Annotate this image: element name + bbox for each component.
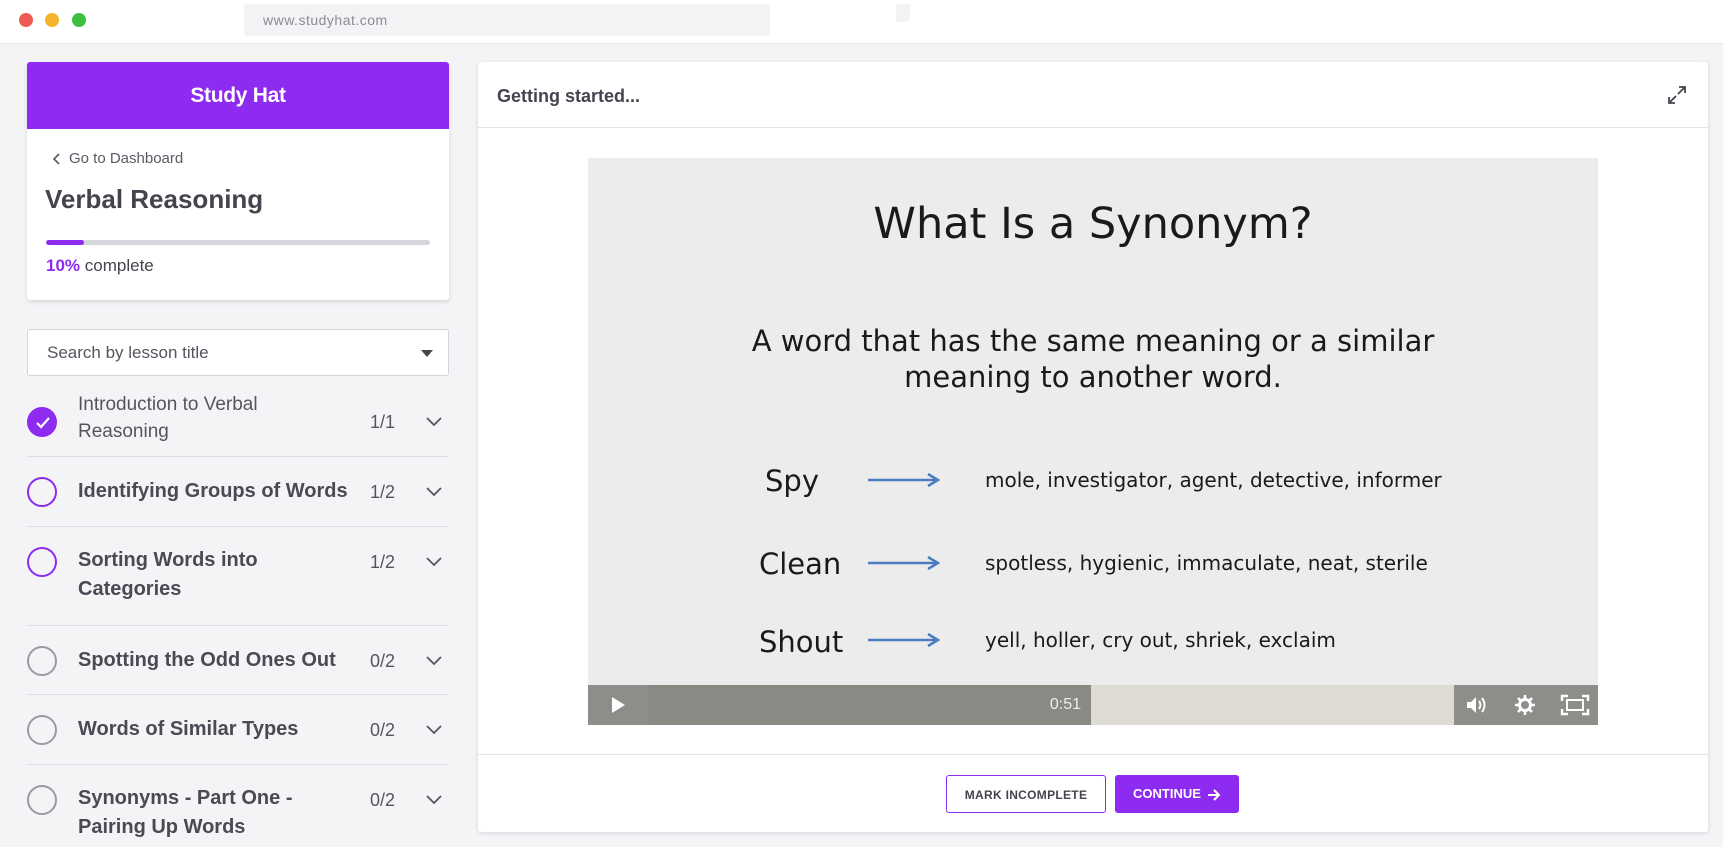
video-progress-bar[interactable]: 0:51	[648, 685, 1091, 725]
lesson-item[interactable]: Identifying Groups of Words 1/2	[27, 457, 449, 527]
continue-button[interactable]: CONTINUE	[1115, 775, 1239, 813]
lesson-header: Getting started...	[478, 62, 1708, 128]
arrow-right-icon	[868, 473, 940, 487]
video-controls: 0:51	[588, 685, 1598, 725]
example-word: Spy	[765, 464, 819, 498]
lesson-count: 0/2	[370, 651, 396, 671]
in-progress-circle-icon	[27, 547, 57, 577]
course-progress-fill	[46, 240, 85, 245]
lesson-item[interactable]: Words of Similar Types 0/2	[27, 695, 449, 765]
window-minimize-button[interactable]	[45, 13, 59, 27]
example-synonyms: spotless, hygienic, immaculate, neat, st…	[985, 551, 1428, 575]
fullscreen-icon[interactable]	[1560, 694, 1590, 716]
arrow-right-icon	[868, 633, 940, 647]
chevron-down-icon[interactable]	[425, 556, 443, 568]
chevron-down-icon[interactable]	[425, 724, 443, 736]
caret-down-icon	[421, 350, 433, 357]
mark-incomplete-button[interactable]: MARK INCOMPLETE	[946, 775, 1106, 813]
completed-check-icon	[27, 407, 57, 437]
lesson-heading: Getting started...	[497, 86, 641, 106]
chevron-down-icon[interactable]	[425, 794, 443, 806]
not-started-circle-icon	[27, 785, 57, 815]
not-started-circle-icon	[27, 646, 57, 676]
window-close-button[interactable]	[19, 13, 33, 27]
course-progress-bar	[46, 240, 430, 245]
lesson-count: 1/2	[370, 482, 396, 502]
progress-suffix: complete	[84, 256, 154, 275]
chevron-down-icon[interactable]	[425, 486, 443, 498]
go-to-dashboard-label: Go to Dashboard	[69, 150, 184, 167]
slide-title: What Is a Synonym?	[873, 199, 1313, 249]
in-progress-circle-icon	[27, 477, 57, 507]
slide-definition: A word that has the same meaning or a si…	[751, 324, 1435, 394]
lesson-count: 0/2	[370, 720, 396, 740]
lesson-search-dropdown[interactable]: Search by lesson title	[27, 329, 449, 376]
tab-edge	[896, 4, 910, 22]
video-time: 0:51	[1049, 696, 1081, 713]
lesson-item[interactable]: Synonyms - Part One - Pairing Up Words 0…	[27, 765, 449, 845]
play-icon	[612, 697, 625, 713]
lesson-count: 0/2	[370, 790, 396, 810]
lesson-search-placeholder: Search by lesson title	[47, 343, 209, 362]
example-synonyms: yell, holler, cry out, shriek, exclaim	[985, 628, 1336, 652]
course-card: Study Hat Go to Dashboard Verbal Reasoni…	[27, 62, 449, 300]
lesson-item[interactable]: Spotting the Odd Ones Out 0/2	[27, 626, 449, 695]
window-maximize-button[interactable]	[72, 13, 86, 27]
lesson-panel: Getting started... What Is a Synonym? A …	[478, 62, 1708, 832]
course-title: Verbal Reasoning	[45, 184, 264, 214]
video-player[interactable]: What Is a Synonym? A word that has the s…	[588, 158, 1598, 725]
continue-label: CONTINUE	[1133, 786, 1201, 801]
lesson-title: Introduction to Verbal Reasoning	[78, 394, 258, 442]
chevron-down-icon[interactable]	[425, 416, 443, 428]
brand-title: Study Hat	[27, 62, 449, 129]
lesson-item[interactable]: Introduction to Verbal Reasoning 1/1	[27, 385, 449, 457]
arrow-right-icon	[1207, 789, 1221, 801]
lesson-title: Identifying Groups of Words	[78, 480, 348, 502]
progress-text: 10% complete	[46, 256, 154, 276]
settings-gear-icon[interactable]	[1512, 694, 1538, 716]
arrow-right-icon	[868, 556, 940, 570]
lesson-list: Introduction to Verbal Reasoning 1/1 Ide…	[27, 385, 449, 845]
address-bar[interactable]: www.studyhat.com	[244, 4, 770, 36]
go-to-dashboard-link[interactable]: Go to Dashboard	[51, 150, 183, 167]
example-word: Clean	[759, 547, 842, 581]
chevron-left-icon	[52, 152, 60, 165]
browser-chrome: www.studyhat.com	[0, 0, 1723, 44]
volume-icon[interactable]	[1464, 694, 1490, 716]
footer-divider	[478, 754, 1708, 755]
progress-percent: 10%	[46, 256, 81, 275]
lesson-count: 1/1	[370, 412, 396, 432]
lesson-title: Sorting Words into Categories	[78, 549, 258, 600]
lesson-item[interactable]: Sorting Words into Categories 1/2	[27, 527, 449, 626]
lesson-title: Synonyms - Part One - Pairing Up Words	[78, 787, 293, 838]
lesson-title: Words of Similar Types	[78, 718, 299, 740]
chevron-down-icon[interactable]	[425, 655, 443, 667]
lesson-title: Spotting the Odd Ones Out	[78, 649, 336, 671]
example-word: Shout	[759, 625, 844, 659]
expand-icon[interactable]	[1666, 84, 1688, 106]
play-button[interactable]	[588, 685, 648, 725]
example-synonyms: mole, investigator, agent, detective, in…	[985, 468, 1442, 492]
lesson-count: 1/2	[370, 552, 396, 572]
not-started-circle-icon	[27, 715, 57, 745]
video-control-group	[1454, 685, 1598, 725]
